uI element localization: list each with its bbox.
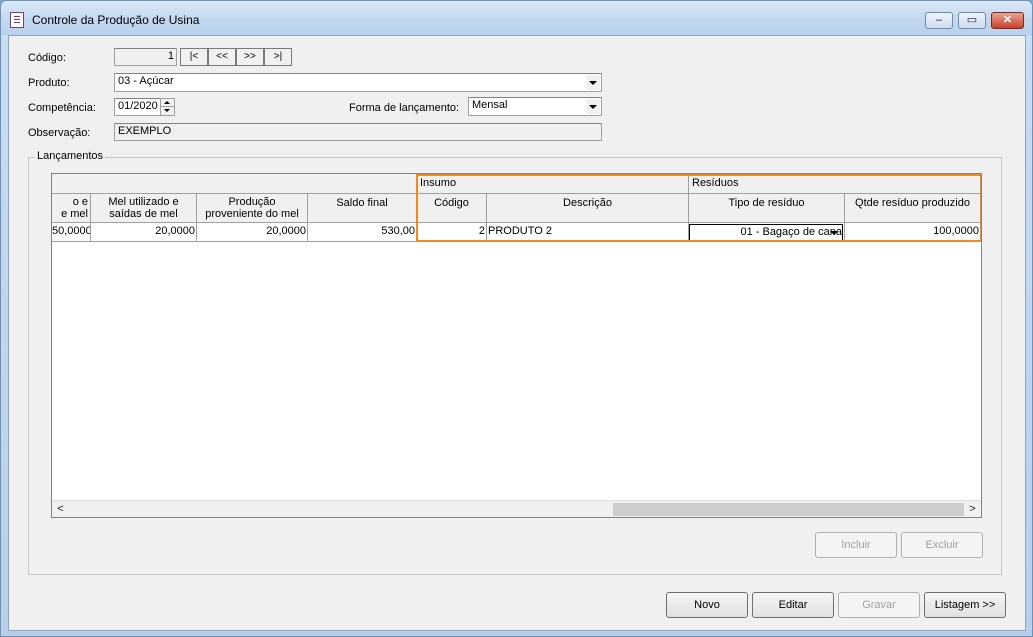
cell-codigo[interactable]: 2: [417, 223, 487, 242]
form-client-area: Código: 1 |< << >> >| Produto: 03 - Açúc…: [8, 35, 1026, 631]
spin-up-icon[interactable]: [161, 99, 174, 107]
col-header-saldo-final[interactable]: Saldo final: [308, 194, 417, 223]
cell-qtde-residuo[interactable]: 100,0000: [845, 223, 981, 242]
cell-saldo-final[interactable]: 530,00: [308, 223, 417, 242]
chevron-down-icon[interactable]: [586, 75, 600, 90]
close-icon: ✕: [1002, 14, 1013, 26]
competencia-label: Competência:: [28, 102, 96, 114]
competencia-spinner[interactable]: [160, 98, 175, 116]
listagem-button[interactable]: Listagem >>: [924, 592, 1006, 618]
group-header-insumo: Insumo: [417, 174, 689, 194]
novo-button[interactable]: Novo: [666, 592, 748, 618]
tipo-residuo-value: 01 - Bagaço de cana: [740, 226, 842, 238]
close-button[interactable]: ✕: [991, 12, 1024, 29]
competencia-field[interactable]: 01/2020: [114, 98, 161, 116]
col-header-qtde-residuo[interactable]: Qtde resíduo produzido: [845, 194, 981, 223]
produto-select[interactable]: 03 - Açúcar: [114, 73, 602, 92]
tipo-residuo-combo[interactable]: 01 - Bagaço de cana: [689, 224, 843, 241]
nav-last-button[interactable]: >|: [264, 48, 292, 66]
incluir-button[interactable]: Incluir: [815, 532, 897, 558]
lancamentos-group: Lançamentos Insumo Resíduos o e e mel Me…: [28, 150, 1002, 575]
observacao-label: Observação:: [28, 127, 91, 139]
lancamentos-grid[interactable]: Insumo Resíduos o e e mel Mel utilizado …: [51, 173, 982, 518]
cell-mel-utilizado[interactable]: 20,0000: [91, 223, 197, 242]
forma-lancamento-select[interactable]: Mensal: [468, 97, 602, 116]
forma-lancamento-value: Mensal: [472, 99, 508, 111]
produto-value: 03 - Açúcar: [118, 75, 174, 87]
horizontal-scrollbar[interactable]: < >: [52, 500, 981, 517]
chevron-down-icon[interactable]: [586, 99, 600, 114]
col-header-mel-partial[interactable]: o e e mel: [52, 194, 91, 223]
cell-descricao[interactable]: PRODUTO 2: [487, 223, 689, 242]
editar-button[interactable]: Editar: [752, 592, 834, 618]
codigo-field[interactable]: 1: [114, 48, 177, 66]
group-header-blank: [52, 174, 417, 194]
scroll-thumb[interactable]: [613, 503, 964, 516]
minimize-button[interactable]: ‒: [925, 12, 953, 29]
scroll-right-icon[interactable]: >: [964, 501, 981, 517]
col-header-descricao[interactable]: Descrição: [487, 194, 689, 223]
restore-button[interactable]: ▭: [958, 12, 986, 29]
forma-lancamento-label: Forma de lançamento:: [349, 102, 460, 114]
nav-first-button[interactable]: |<: [180, 48, 208, 66]
app-window: Controle da Produção de Usina ‒ ▭ ✕ Códi…: [0, 0, 1033, 637]
col-header-mel-utilizado[interactable]: Mel utilizado e saídas de mel: [91, 194, 197, 223]
gravar-button[interactable]: Gravar: [838, 592, 920, 618]
app-document-icon: [10, 12, 24, 28]
nav-previous-button[interactable]: <<: [208, 48, 236, 66]
minimize-icon: ‒: [935, 14, 943, 26]
observacao-field[interactable]: EXEMPLO: [114, 123, 602, 141]
produto-label: Produto:: [28, 77, 70, 89]
scroll-left-icon[interactable]: <: [52, 501, 69, 517]
col-header-codigo[interactable]: Código: [417, 194, 487, 223]
title-bar[interactable]: Controle da Produção de Usina ‒ ▭ ✕: [1, 1, 1032, 35]
chevron-down-icon[interactable]: [830, 231, 838, 235]
cell-producao[interactable]: 20,0000: [197, 223, 308, 242]
lancamentos-title: Lançamentos: [35, 150, 106, 162]
window-title: Controle da Produção de Usina: [32, 13, 200, 27]
cell-mel-partial[interactable]: 50,0000: [52, 223, 91, 242]
restore-icon: ▭: [966, 14, 978, 26]
col-header-producao[interactable]: Produção proveniente do mel: [197, 194, 308, 223]
group-header-residuos: Resíduos: [689, 174, 981, 194]
nav-next-button[interactable]: >>: [236, 48, 264, 66]
cell-tipo-residuo-wrap: 01 - Bagaço de cana: [689, 223, 845, 242]
excluir-button[interactable]: Excluir: [901, 532, 983, 558]
col-header-tipo-residuo[interactable]: Tipo de resíduo: [689, 194, 845, 223]
codigo-label: Código:: [28, 52, 66, 64]
spin-down-icon[interactable]: [161, 107, 174, 115]
